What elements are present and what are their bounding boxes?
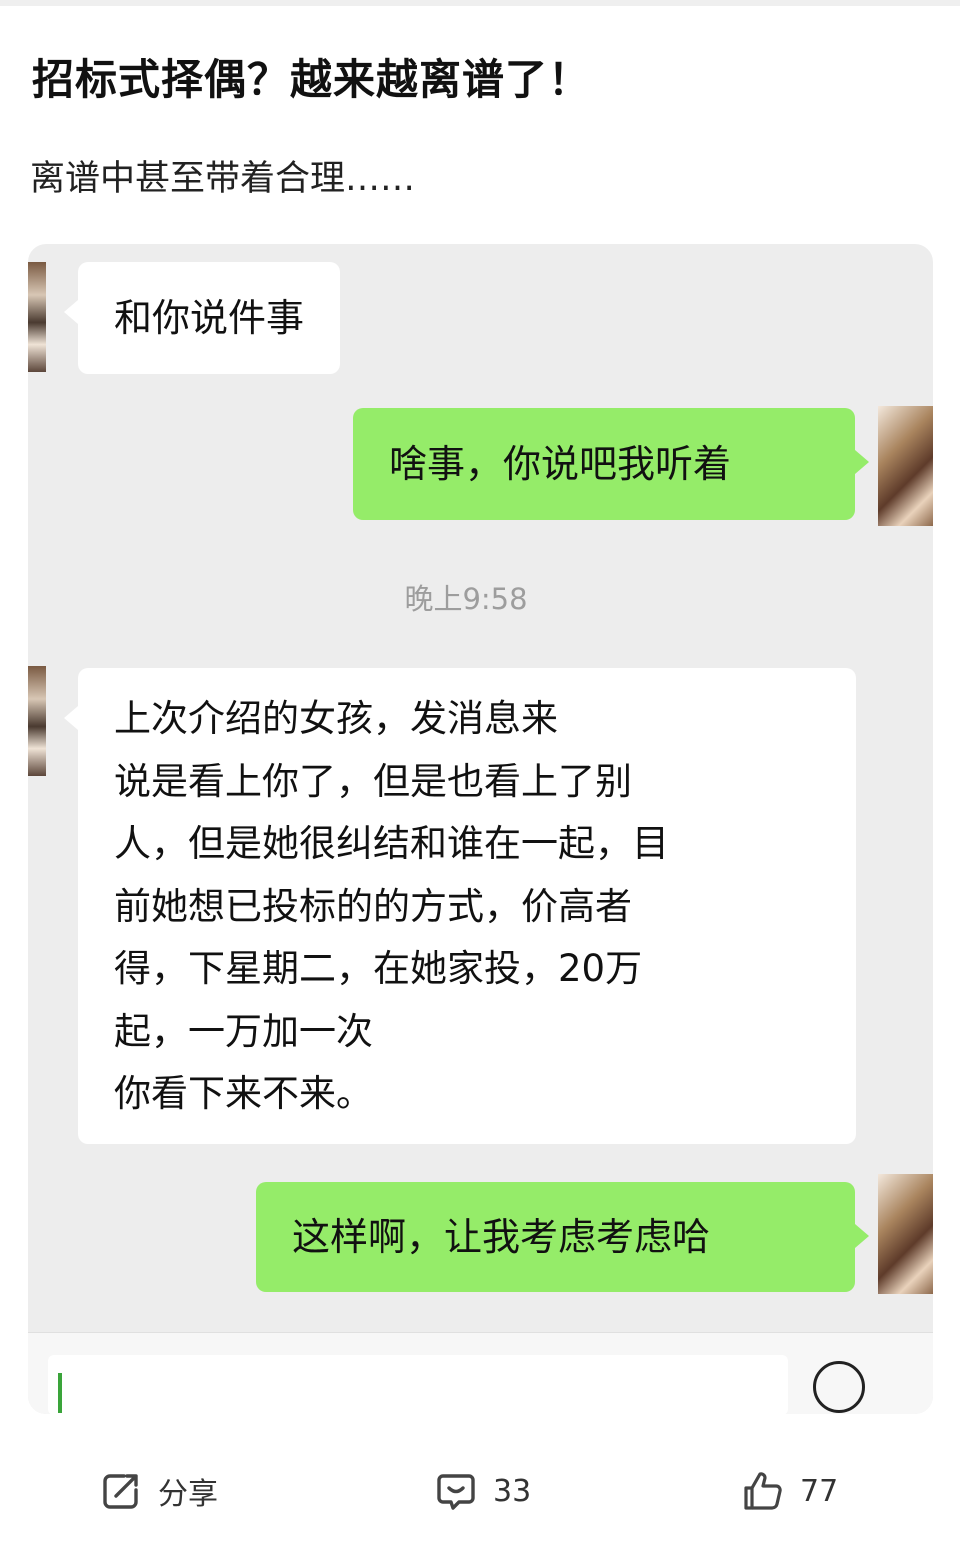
chat-screenshot: 和你说件事 啥事，你说吧我听着 晚上9:58 上次介绍的女孩，发消息来 说是看上… xyxy=(28,244,933,1414)
chat-timestamp: 晚上9:58 xyxy=(404,582,528,616)
share-button[interactable]: 分享 xyxy=(100,1468,218,1514)
avatar xyxy=(878,406,933,526)
comment-count: 33 xyxy=(493,1473,532,1509)
share-label: 分享 xyxy=(158,1477,218,1512)
top-divider xyxy=(0,0,960,6)
avatar xyxy=(28,666,46,776)
chat-message-received: 和你说件事 xyxy=(63,262,341,374)
like-count: 77 xyxy=(800,1473,839,1509)
comment-button[interactable]: 33 xyxy=(435,1468,531,1514)
message-input[interactable] xyxy=(48,1355,788,1414)
avatar xyxy=(878,1174,933,1294)
like-button[interactable]: 77 xyxy=(742,1468,838,1514)
text-caret xyxy=(58,1373,62,1413)
thumbs-up-icon xyxy=(744,1472,782,1510)
share-icon xyxy=(103,1474,138,1509)
chat-input-bar xyxy=(28,1332,933,1414)
chat-message-sent: 啥事，你说吧我听着 xyxy=(353,408,869,520)
post-subtitle: 离谱中甚至带着合理…… xyxy=(30,159,416,199)
comment-icon xyxy=(437,1474,475,1510)
chat-message-received: 上次介绍的女孩，发消息来 说是看上你了，但是也看上了别 人，但是她很纠结和谁在一… xyxy=(64,668,856,1144)
post-action-bar: 分享 33 77 xyxy=(0,1440,960,1543)
avatar xyxy=(28,262,46,372)
chat-message-sent: 这样啊，让我考虑考虑哈 xyxy=(256,1182,869,1292)
post-title: 招标式择偶？越来越离谱了！ xyxy=(32,55,592,104)
emoji-icon[interactable] xyxy=(813,1361,865,1413)
